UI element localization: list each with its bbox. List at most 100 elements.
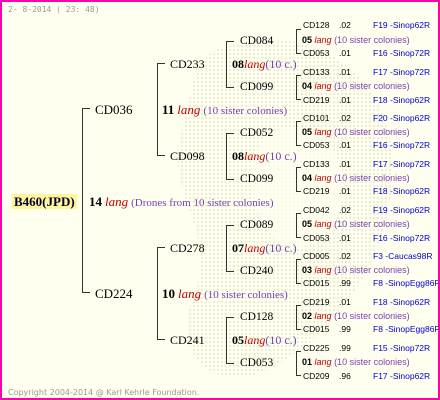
ancestor-entry[interactable]: CD219 .01 F18 -Sinop62R: [303, 187, 437, 197]
mark-sisters: (10 sister colonies): [334, 219, 410, 229]
mark-sisters: (10 c.): [265, 57, 297, 71]
connector: [296, 99, 301, 100]
drone-mark: 05 lang (10 sister colonies): [302, 36, 410, 45]
queen-id[interactable]: CD099: [240, 173, 273, 186]
origin-ref: F8 -SinopEgg86R: [373, 278, 440, 288]
mark-number: 14: [89, 194, 102, 209]
mark-sisters: (10 sister colonies): [334, 173, 410, 183]
mark-sisters: (10 sister colonies): [334, 127, 410, 137]
queen-id: CD133: [303, 159, 330, 169]
connector: [296, 375, 301, 376]
queen-id[interactable]: CD053: [240, 357, 273, 370]
connector: [157, 63, 165, 64]
ancestor-entry[interactable]: CD128 .02 F19 -Sinop62R: [303, 21, 437, 31]
connector: [226, 133, 227, 180]
mark-lang: lang: [244, 149, 266, 163]
connector: [82, 108, 83, 293]
ancestor-entry[interactable]: CD053 .01 F16 -Sinop72R: [303, 234, 437, 244]
mark-lang: lang: [244, 241, 266, 255]
drone-mark: 07lang(10 c.): [232, 242, 297, 254]
copyright: Copyright 2004-2014 @ Karl Kehrle Founda…: [8, 388, 200, 397]
connector: [226, 271, 234, 272]
connector: [296, 121, 301, 122]
ancestor-entry[interactable]: CD225 .99 F15 -Sinop72R: [303, 344, 437, 354]
mark-sisters: (10 c.): [265, 333, 297, 347]
mark-lang: lang: [244, 333, 266, 347]
mark-sisters: (10 sister colonies): [203, 105, 288, 117]
ancestor-entry[interactable]: CD005 .02 F3 -Caucas98R: [303, 252, 437, 262]
connector: [157, 63, 158, 156]
queen-id[interactable]: CD099: [240, 81, 273, 94]
mark-lang: lang: [314, 265, 332, 275]
origin-ref: F19 -Sinop62R: [373, 205, 431, 215]
year: .01: [339, 159, 351, 169]
connector: [296, 191, 301, 192]
year: .02: [339, 205, 351, 215]
ancestor-entry[interactable]: CD053 .01 F16 -Sinop72R: [303, 49, 437, 59]
mark-number: 02: [302, 311, 313, 321]
connector: [226, 41, 234, 42]
queen-id[interactable]: CD278: [170, 242, 205, 254]
year: .01: [339, 186, 351, 196]
connector: [296, 75, 301, 76]
year: .99: [339, 324, 351, 334]
connector: [296, 29, 297, 54]
connector: [296, 305, 297, 330]
mark-number: 08: [232, 57, 244, 71]
year: .01: [339, 67, 351, 77]
queen-id[interactable]: CD233: [170, 58, 205, 70]
origin-ref: F19 -Sinop62R: [373, 20, 431, 30]
queen-id[interactable]: CD224: [95, 287, 133, 300]
queen-id: CD219: [303, 297, 330, 307]
mark-lang: lang: [314, 311, 332, 321]
connector: [226, 179, 234, 180]
ancestor-entry[interactable]: CD133 .01 F17 -Sinop72R: [303, 160, 437, 170]
origin-ref: F20 -Sinop62R: [373, 113, 431, 123]
queen-id[interactable]: CD036: [95, 103, 133, 116]
ancestor-entry[interactable]: CD053 .01 F16 -Sinop72R: [303, 141, 437, 151]
mark-number: 04: [302, 81, 313, 91]
drone-mark: 08lang(10 c.): [232, 58, 297, 70]
queen-id: CD053: [303, 233, 330, 243]
queen-id[interactable]: CD240: [240, 265, 273, 278]
connector: [296, 75, 297, 100]
origin-ref: F18 -Sinop62R: [373, 297, 431, 307]
year: .02: [339, 251, 351, 261]
mark-number: 01: [302, 357, 313, 367]
ancestor-entry[interactable]: CD015 .99 F8 -SinopEgg86R: [303, 278, 440, 289]
connector: [226, 87, 234, 88]
ancestor-entry[interactable]: CD101 .02 F20 -Sinop62R: [303, 114, 437, 124]
queen-id[interactable]: CD089: [240, 219, 273, 232]
pedigree-frame: 2- 8-2014 ( 23: 48) Copyright 2004-2014 …: [0, 0, 440, 400]
queen-id[interactable]: CD098: [170, 150, 205, 162]
ancestor-entry[interactable]: CD042 .02 F19 -Sinop62R: [303, 206, 437, 216]
connector: [82, 292, 90, 293]
connector: [296, 53, 301, 54]
queen-id: CD101: [303, 113, 330, 123]
queen-id[interactable]: B460(JPD): [12, 194, 77, 209]
queen-id: CD133: [303, 67, 330, 77]
connector: [226, 225, 234, 226]
mark-number: 07: [232, 241, 244, 255]
mark-sisters: (10 sister colonies): [204, 289, 288, 301]
origin-ref: F17 -Sinop72R: [373, 159, 431, 169]
mark-lang: lang: [105, 194, 129, 209]
connector: [296, 167, 301, 168]
ancestor-entry[interactable]: CD219 .01 F18 -Sinop62R: [303, 298, 437, 308]
drone-mark: 04 lang (10 sister colonies): [302, 82, 410, 91]
ancestor-entry[interactable]: CD133 .01 F17 -Sinop72R: [303, 68, 437, 78]
queen-id[interactable]: CD128: [240, 311, 273, 324]
year: .99: [339, 278, 351, 288]
mark-sisters: (Drones from 10 sister colonies): [131, 197, 274, 209]
mark-sisters: (10 c.): [265, 149, 297, 163]
year: .99: [339, 343, 351, 353]
queen-id[interactable]: CD084: [240, 35, 273, 48]
mark-lang: lang: [314, 173, 332, 183]
queen-id[interactable]: CD052: [240, 127, 273, 140]
queen-id[interactable]: CD241: [170, 334, 205, 346]
ancestor-entry[interactable]: CD015 .99 F8 -SinopEgg86R: [303, 324, 438, 335]
mark-lang: lang: [314, 219, 332, 229]
ancestor-entry[interactable]: CD219 .01 F18 -Sinop62R: [303, 96, 437, 106]
ancestor-entry[interactable]: CD209 .96 F17 -Sinop62R: [303, 372, 437, 382]
queen-id: CD219: [303, 186, 330, 196]
